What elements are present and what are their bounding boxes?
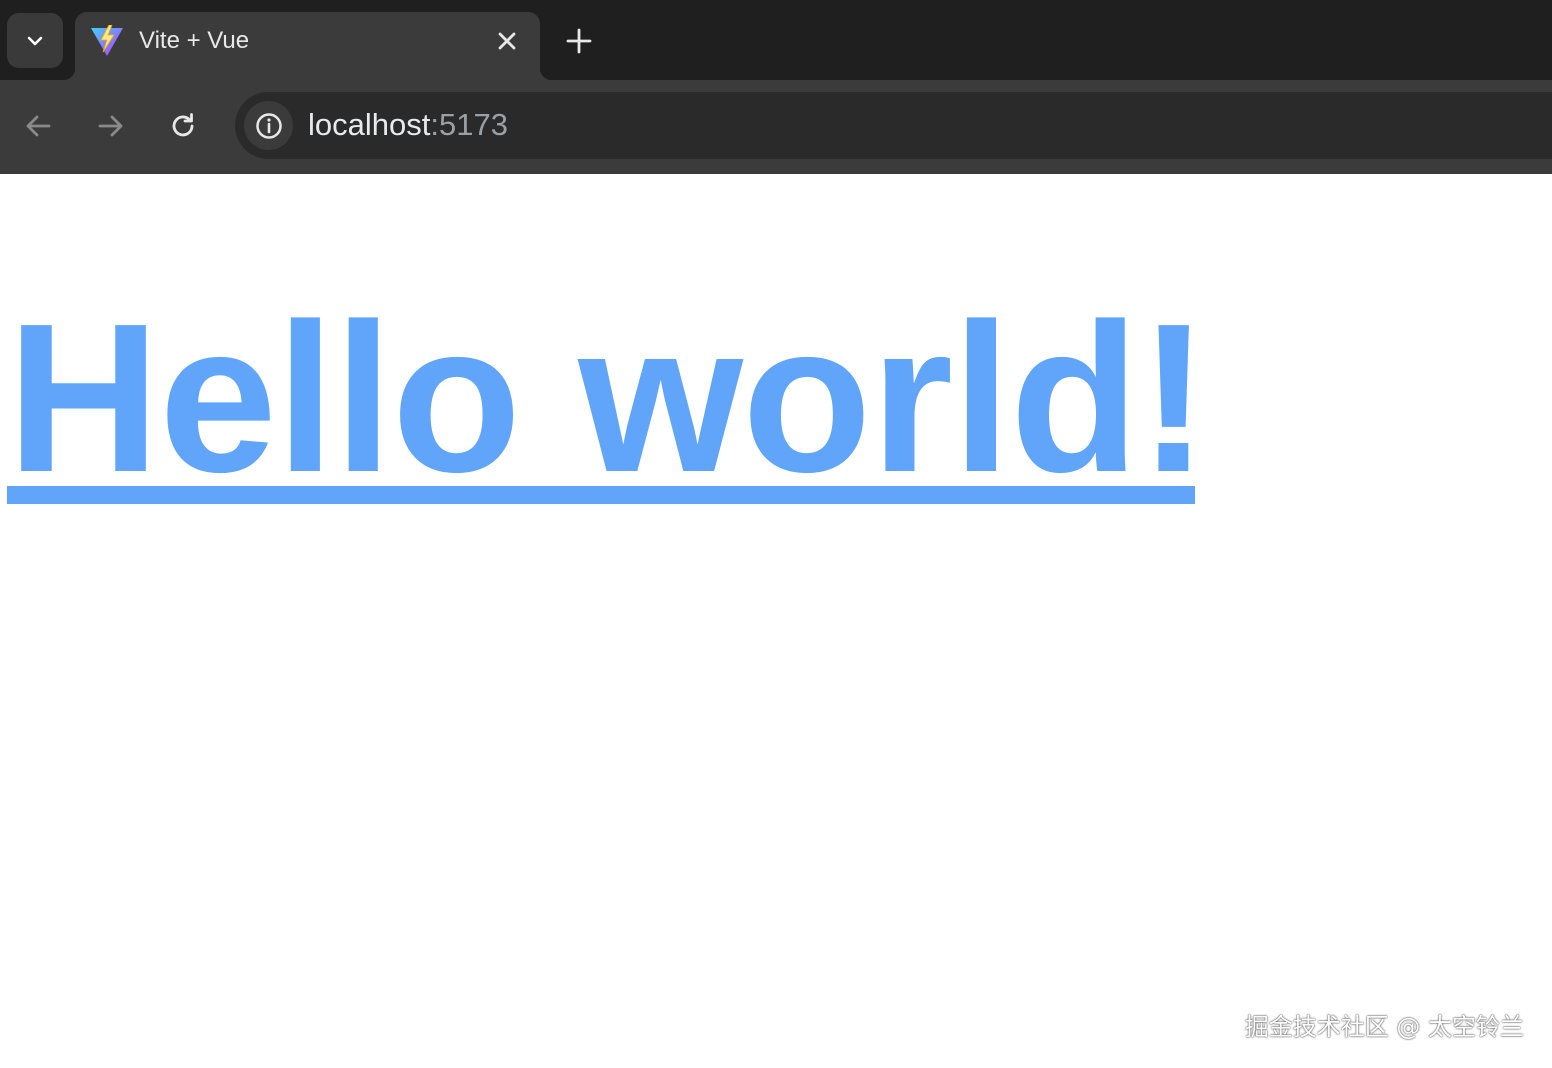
tab-search-button[interactable] — [7, 13, 63, 68]
vite-logo-icon — [91, 25, 123, 56]
page-content: Hello world! — [0, 174, 1552, 1068]
active-tab[interactable]: Vite + Vue — [63, 12, 552, 80]
chevron-down-icon — [27, 36, 43, 45]
reload-icon[interactable] — [165, 108, 201, 144]
address-bar[interactable]: localhost:5173 — [235, 92, 1552, 159]
hello-heading: Hello world! — [7, 279, 1209, 516]
back-arrow-icon[interactable] — [21, 108, 57, 144]
watermark-text: 掘金技术社区 @ 太空铃兰 — [1244, 1013, 1524, 1041]
tab-strip: Vite + Vue — [0, 0, 1552, 80]
heading-underline — [7, 486, 1195, 504]
site-info-button[interactable] — [244, 101, 293, 150]
forward-arrow-icon[interactable] — [92, 108, 128, 144]
url-host: localhost — [308, 107, 431, 142]
info-icon — [255, 112, 282, 139]
new-tab-icon[interactable] — [562, 24, 596, 58]
tab-title: Vite + Vue — [139, 27, 250, 54]
browser-toolbar: localhost:5173 — [0, 80, 1552, 174]
close-tab-icon[interactable] — [494, 28, 520, 54]
url-text[interactable]: localhost:5173 — [308, 106, 508, 144]
url-port: :5173 — [430, 107, 508, 142]
